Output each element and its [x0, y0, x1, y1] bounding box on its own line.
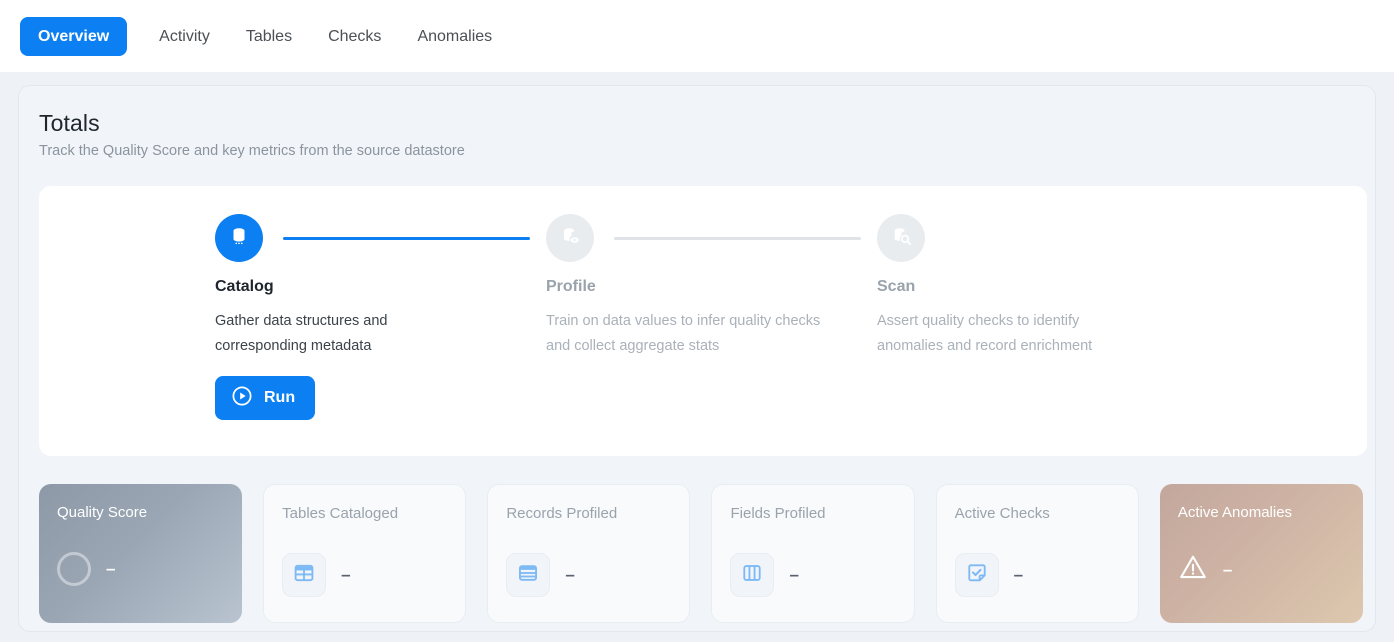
step-scan-circle[interactable] — [877, 214, 925, 262]
database-search-icon — [890, 225, 912, 252]
page-subtitle: Track the Quality Score and key metrics … — [39, 143, 465, 159]
step-profile-circle[interactable] — [546, 214, 594, 262]
metric-card-fields-profiled[interactable]: Fields Profiled – — [711, 484, 915, 623]
page-title: Totals — [39, 110, 100, 136]
rows-icon — [517, 562, 539, 589]
step-catalog-label: Catalog — [215, 278, 274, 295]
metric-label: Active Checks — [954, 505, 1050, 522]
table-icon — [293, 562, 315, 589]
metric-value: – — [1222, 559, 1233, 579]
tab-anomalies[interactable]: Anomalies — [399, 17, 510, 56]
step-scan-label: Scan — [877, 278, 916, 295]
metric-icon-box — [506, 553, 551, 597]
metric-value: – — [106, 559, 116, 578]
step-profile-label: Profile — [546, 278, 596, 295]
run-button-label: Run — [264, 389, 296, 406]
metric-icon-box — [282, 553, 327, 597]
operations-card: Catalog Profile Scan Gather data structu… — [39, 186, 1367, 456]
metric-card-active-checks[interactable]: Active Checks – — [935, 484, 1139, 623]
tab-activity[interactable]: Activity — [141, 17, 228, 56]
warning-triangle-icon — [1178, 552, 1208, 587]
metric-value-row: – — [506, 553, 575, 597]
step-scan-description: Assert quality checks to identify anomal… — [877, 313, 1093, 354]
stepper: Catalog Profile Scan Gather data structu… — [215, 214, 1215, 354]
metric-cards: Quality Score – Tables Cataloged – Recor… — [39, 484, 1363, 623]
stepper-icons — [215, 214, 1215, 262]
metric-value: – — [341, 565, 351, 584]
metric-value: – — [565, 565, 575, 584]
stepper-connector-2 — [614, 237, 861, 240]
metric-value-row: – — [954, 553, 1024, 597]
tab-checks[interactable]: Checks — [310, 17, 399, 56]
metric-value-row: – — [282, 553, 351, 597]
metric-icon-box — [954, 553, 999, 597]
metric-value-row: – — [57, 552, 115, 586]
metric-label: Fields Profiled — [730, 505, 826, 522]
metric-label: Tables Cataloged — [282, 505, 399, 522]
metric-label: Records Profiled — [506, 505, 618, 522]
step-profile-description: Train on data values to infer quality ch… — [546, 313, 821, 354]
progress-ring-icon — [57, 552, 91, 586]
check-square-icon — [966, 562, 988, 589]
metric-card-quality-score[interactable]: Quality Score – — [39, 484, 243, 623]
tab-tables[interactable]: Tables — [228, 17, 310, 56]
step-catalog-description: Gather data structures and corresponding… — [215, 313, 388, 354]
totals-panel: Totals Track the Quality Score and key m… — [18, 85, 1376, 632]
metric-card-tables-cataloged[interactable]: Tables Cataloged – — [263, 484, 467, 623]
step-catalog-circle[interactable] — [215, 214, 263, 262]
stepper-connector-1 — [283, 237, 530, 240]
metric-icon-box — [730, 553, 775, 597]
tab-bar: Overview Activity Tables Checks Anomalie… — [0, 0, 1394, 72]
metric-value-row: – — [1178, 552, 1232, 587]
run-button[interactable]: Run — [215, 376, 316, 420]
metric-card-records-profiled[interactable]: Records Profiled – — [487, 484, 691, 623]
page-body: Totals Track the Quality Score and key m… — [0, 72, 1394, 642]
metric-label: Quality Score — [57, 504, 148, 521]
play-circle-icon — [231, 385, 253, 412]
metric-card-active-anomalies[interactable]: Active Anomalies – — [1159, 484, 1363, 623]
metric-value-row: – — [730, 553, 799, 597]
metric-label: Active Anomalies — [1177, 504, 1293, 521]
columns-icon — [741, 562, 763, 589]
database-eye-icon — [559, 225, 581, 252]
metric-value: – — [789, 565, 799, 584]
tab-overview[interactable]: Overview — [20, 16, 128, 56]
database-icon — [228, 225, 250, 252]
metric-value: – — [1013, 565, 1024, 584]
